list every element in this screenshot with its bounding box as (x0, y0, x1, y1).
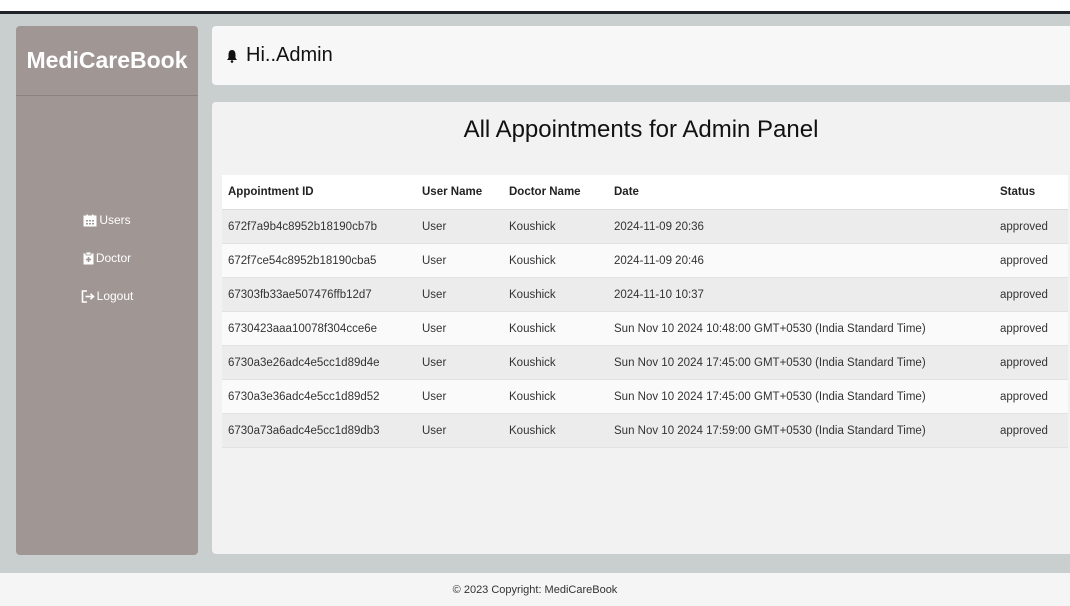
table-row: 6730a73a6adc4e5cc1d89db3 User Koushick S… (222, 413, 1068, 448)
date-cell: Sun Nov 10 2024 17:45:00 GMT+0530 (India… (608, 345, 994, 380)
date-cell: Sun Nov 10 2024 17:45:00 GMT+0530 (India… (608, 379, 994, 414)
user-name-cell: User (416, 311, 503, 346)
column-header-appointment-id: Appointment ID (222, 175, 416, 210)
table-header-row: Appointment ID User Name Doctor Name Dat… (222, 175, 1068, 210)
status-cell: approved (994, 345, 1068, 380)
sidebar-item-label: Logout (96, 289, 134, 303)
user-name-cell: User (416, 243, 503, 278)
sidebar-nav: Users Doctor Logout (16, 201, 198, 315)
header-bar: Hi..Admin (212, 26, 1070, 85)
column-header-doctor-name: Doctor Name (503, 175, 608, 210)
top-edge (0, 0, 1070, 14)
appointment-id-cell: 6730a3e26adc4e5cc1d89d4e (222, 345, 416, 380)
column-header-date: Date (608, 175, 994, 210)
appointment-id-cell: 6730a3e36adc4e5cc1d89d52 (222, 379, 416, 414)
status-cell: approved (994, 379, 1068, 414)
appointment-id-cell: 67303fb33ae507476ffb12d7 (222, 277, 416, 312)
sidebar: MediCareBook Users Doctor Logout (16, 26, 198, 555)
status-cell: approved (994, 311, 1068, 346)
doctor-name-cell: Koushick (503, 345, 608, 380)
copyright-text: © 2023 Copyright: MediCareBook (452, 583, 618, 596)
status-cell: approved (994, 209, 1068, 244)
status-cell: approved (994, 413, 1068, 448)
appointments-table: Appointment ID User Name Doctor Name Dat… (222, 175, 1068, 448)
user-name-cell: User (416, 345, 503, 380)
greeting: Hi..Admin (246, 44, 333, 66)
sidebar-item-logout[interactable]: Logout (16, 277, 198, 315)
table-row: 672f7ce54c8952b18190cba5 User Koushick 2… (222, 243, 1068, 278)
bell-icon[interactable] (226, 49, 238, 63)
status-cell: approved (994, 277, 1068, 312)
sidebar-item-label: Users (99, 213, 131, 227)
footer: © 2023 Copyright: MediCareBook (0, 573, 1070, 606)
brand-logo: MediCareBook (16, 26, 198, 96)
appointment-id-cell: 672f7ce54c8952b18190cba5 (222, 243, 416, 278)
table-row: 672f7a9b4c8952b18190cb7b User Koushick 2… (222, 209, 1068, 244)
user-name-cell: User (416, 277, 503, 312)
user-name-cell: User (416, 209, 503, 244)
date-cell: Sun Nov 10 2024 17:59:00 GMT+0530 (India… (608, 413, 994, 448)
calendar-icon (83, 214, 97, 227)
doctor-name-cell: Koushick (503, 413, 608, 448)
table-row: 67303fb33ae507476ffb12d7 User Koushick 2… (222, 277, 1068, 312)
table-row: 6730423aaa10078f304cce6e User Koushick S… (222, 311, 1068, 346)
date-cell: Sun Nov 10 2024 10:48:00 GMT+0530 (India… (608, 311, 994, 346)
appointment-id-cell: 6730423aaa10078f304cce6e (222, 311, 416, 346)
main-panel: All Appointments for Admin Panel Appoint… (212, 102, 1070, 554)
appointment-id-cell: 672f7a9b4c8952b18190cb7b (222, 209, 416, 244)
page-title: All Appointments for Admin Panel (463, 116, 819, 143)
table-row: 6730a3e36adc4e5cc1d89d52 User Koushick S… (222, 379, 1068, 414)
column-header-user-name: User Name (416, 175, 503, 210)
column-header-status: Status (994, 175, 1068, 210)
doctor-name-cell: Koushick (503, 243, 608, 278)
clipboard-icon (83, 251, 94, 265)
user-name-cell: User (416, 379, 503, 414)
appointment-id-cell: 6730a73a6adc4e5cc1d89db3 (222, 413, 416, 448)
doctor-name-cell: Koushick (503, 277, 608, 312)
date-cell: 2024-11-09 20:36 (608, 209, 994, 244)
logout-icon (81, 289, 95, 303)
sidebar-item-users[interactable]: Users (16, 201, 198, 239)
table-row: 6730a3e26adc4e5cc1d89d4e User Koushick S… (222, 345, 1068, 380)
sidebar-item-doctor[interactable]: Doctor (16, 239, 198, 277)
doctor-name-cell: Koushick (503, 311, 608, 346)
doctor-name-cell: Koushick (503, 379, 608, 414)
sidebar-item-label: Doctor (95, 251, 132, 265)
date-cell: 2024-11-09 20:46 (608, 243, 994, 278)
date-cell: 2024-11-10 10:37 (608, 277, 994, 312)
doctor-name-cell: Koushick (503, 209, 608, 244)
user-name-cell: User (416, 413, 503, 448)
status-cell: approved (994, 243, 1068, 278)
